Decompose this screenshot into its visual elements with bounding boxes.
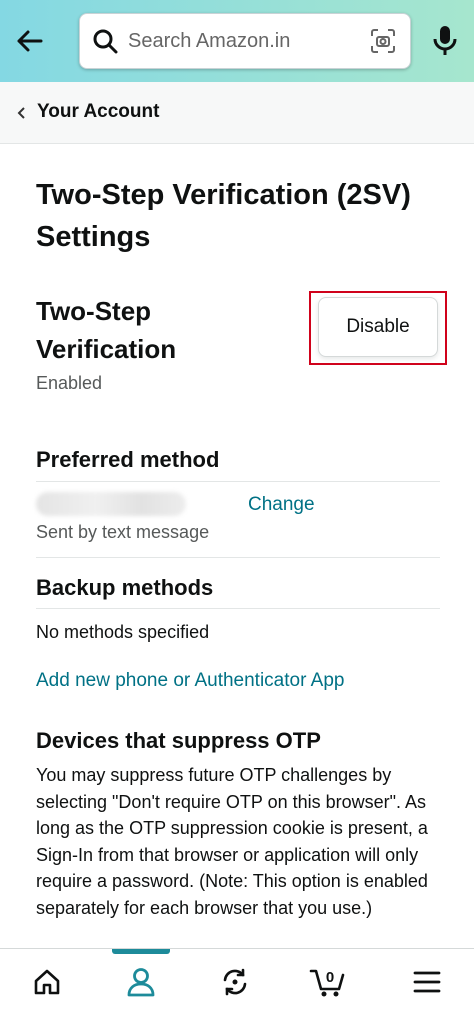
nav-menu[interactable] (380, 949, 474, 1014)
chevron-left-icon (17, 107, 25, 119)
cart-icon: 0 (309, 969, 345, 996)
change-link[interactable]: Change (248, 494, 315, 516)
account-icon (127, 967, 155, 996)
nav-account[interactable] (94, 949, 188, 1014)
menu-icon (413, 971, 441, 992)
no-methods-text: No methods specified (36, 622, 210, 642)
add-backup-method-link[interactable]: Add new phone or Authenticator App (36, 670, 344, 692)
nav-cart[interactable]: 0 (282, 949, 376, 1014)
delivery-method-text: Sent by text message (36, 522, 210, 542)
two-step-status: Enabled (36, 373, 103, 393)
cart-count: 0 (326, 969, 334, 986)
top-bar (0, 0, 474, 82)
nav-rufus[interactable] (188, 949, 282, 1014)
breadcrumb[interactable]: Your Account (0, 82, 474, 144)
divider (36, 608, 440, 609)
backup-methods-heading: Backup methods (36, 575, 214, 600)
disable-button[interactable]: Disable (318, 297, 438, 357)
back-arrow-icon[interactable] (10, 22, 48, 60)
page-title: Two-Step Verification (2SV) Settings (36, 179, 411, 253)
breadcrumb-label[interactable]: Your Account (37, 101, 159, 123)
devices-otp-description: You may suppress future OTP challenges b… (36, 765, 428, 918)
divider (36, 481, 440, 482)
masked-phone-number (36, 492, 186, 516)
devices-otp-heading: Devices that suppress OTP (36, 728, 321, 753)
nav-home[interactable] (0, 949, 94, 1014)
search-icon (93, 29, 118, 54)
two-step-heading: Two-Step Verification (36, 296, 177, 364)
home-icon (34, 969, 60, 994)
camera-scan-icon[interactable] (370, 28, 396, 54)
refresh-icon (223, 968, 247, 995)
search-input[interactable] (128, 24, 358, 58)
bottom-nav: 0 (0, 948, 474, 1013)
search-bar[interactable] (79, 13, 411, 69)
microphone-icon[interactable] (430, 24, 460, 58)
divider (36, 557, 440, 558)
preferred-method-heading: Preferred method (36, 447, 220, 472)
